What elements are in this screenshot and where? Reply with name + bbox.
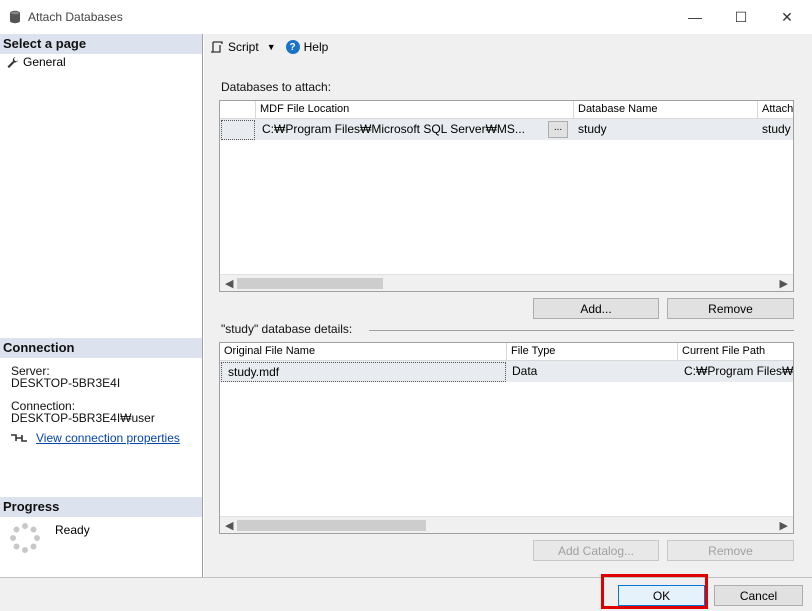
maximize-button[interactable]: ☐ (718, 0, 764, 34)
database-details-grid: Original File Name File Type Current Fil… (219, 342, 794, 534)
script-label: Script (228, 40, 259, 54)
connection-value: DESKTOP-5BR3E4I₩user (11, 411, 155, 425)
spinner-icon (10, 523, 40, 553)
column-header-attach-as[interactable]: Attach (758, 101, 793, 118)
column-header-mdf-file-location[interactable]: MDF File Location (256, 101, 574, 118)
database-icon (10, 10, 20, 24)
row-selector[interactable] (220, 119, 256, 140)
mdf-location-cell[interactable]: C:₩Program Files₩Microsoft SQL Server₩MS… (256, 119, 548, 140)
scroll-right-icon[interactable]: ▶ (780, 277, 788, 290)
column-header-current-file-path[interactable]: Current File Path (678, 343, 793, 360)
column-header-original-file-name[interactable]: Original File Name (220, 343, 507, 360)
group-divider (369, 330, 794, 331)
chevron-down-icon: ▼ (266, 42, 276, 52)
add-button[interactable]: Add... (533, 298, 659, 319)
attach-grid-horizontal-scrollbar[interactable]: ◀ ▶ (220, 274, 793, 291)
help-label: Help (303, 40, 329, 54)
connection-header: Connection (0, 338, 202, 358)
remove-button[interactable]: Remove (667, 298, 794, 319)
attach-grid-header: MDF File Location Database Name Attach (220, 101, 793, 119)
table-row[interactable]: study.mdf Data C:₩Program Files₩ (220, 361, 793, 382)
window-title: Attach Databases (28, 10, 123, 24)
close-button[interactable]: ✕ (764, 0, 810, 34)
minimize-button[interactable]: — (672, 0, 718, 34)
database-name-cell[interactable]: study (574, 119, 758, 140)
ok-button[interactable]: OK (618, 585, 705, 606)
title-bar: Attach Databases — ☐ ✕ (0, 0, 812, 34)
sidebar-item-label: General (23, 55, 66, 69)
progress-status-text: Ready (55, 523, 90, 537)
details-grid-header: Original File Name File Type Current Fil… (220, 343, 793, 361)
toolbar: Script ▼ ? Help (210, 40, 328, 54)
column-header-database-name[interactable]: Database Name (574, 101, 758, 118)
details-grid-horizontal-scrollbar[interactable]: ◀ ▶ (220, 516, 793, 533)
row-selector-header (220, 101, 256, 118)
browse-button[interactable]: ... (548, 121, 568, 138)
script-icon (211, 41, 223, 53)
help-button[interactable]: ? Help (285, 40, 329, 54)
databases-to-attach-label: Databases to attach: (221, 80, 332, 94)
connection-icon (11, 434, 27, 442)
select-page-header: Select a page (0, 34, 202, 54)
connection-properties-row: View connection properties (10, 431, 180, 445)
attach-databases-grid: MDF File Location Database Name Attach C… (219, 100, 794, 292)
wrench-icon (7, 56, 18, 68)
file-type-cell[interactable]: Data (507, 361, 678, 382)
maximize-icon: ☐ (734, 8, 748, 25)
table-row[interactable]: C:₩Program Files₩Microsoft SQL Server₩MS… (220, 119, 793, 140)
server-value: DESKTOP-5BR3E4I (11, 376, 121, 390)
scroll-right-icon[interactable]: ▶ (780, 519, 788, 532)
left-panel: Select a page General Connection Server:… (0, 34, 203, 577)
browse-cell: ... (548, 119, 574, 140)
database-details-label: "study" database details: (221, 322, 353, 336)
add-catalog-button[interactable]: Add Catalog... (533, 540, 659, 561)
remove-detail-button[interactable]: Remove (667, 540, 794, 561)
progress-status: Ready (9, 522, 90, 554)
close-icon: ✕ (781, 8, 793, 25)
progress-header: Progress (0, 497, 202, 517)
cancel-button[interactable]: Cancel (714, 585, 803, 606)
original-file-name-cell[interactable]: study.mdf (220, 361, 507, 382)
scroll-thumb[interactable] (237, 520, 426, 531)
script-button[interactable]: Script ▼ (210, 40, 276, 54)
current-file-path-cell[interactable]: C:₩Program Files₩ (678, 361, 793, 382)
scroll-left-icon[interactable]: ◀ (225, 519, 233, 532)
help-icon: ? (285, 40, 300, 54)
minimize-icon: — (688, 9, 702, 25)
sidebar-item-general[interactable]: General (6, 55, 66, 69)
scroll-left-icon[interactable]: ◀ (225, 277, 233, 290)
attach-as-cell[interactable]: study (758, 119, 793, 140)
main-panel: Script ▼ ? Help Databases to attach: MDF… (204, 34, 812, 577)
column-header-file-type[interactable]: File Type (507, 343, 678, 360)
original-file-name-value: study.mdf (221, 362, 506, 382)
view-connection-properties-link[interactable]: View connection properties (36, 431, 180, 445)
scroll-thumb[interactable] (237, 278, 383, 289)
